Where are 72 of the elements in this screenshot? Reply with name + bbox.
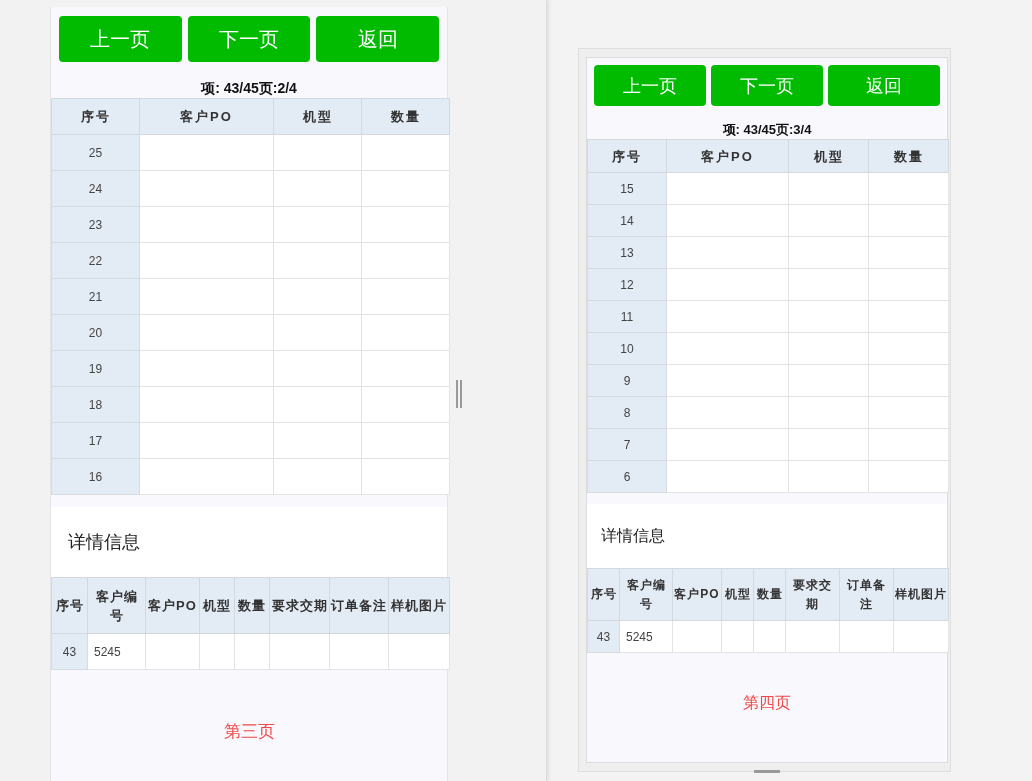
table-cell xyxy=(785,620,840,653)
nav-button[interactable]: 返回 xyxy=(828,65,940,106)
row-number-cell: 14 xyxy=(587,204,667,237)
column-header: 机型 xyxy=(721,568,754,621)
row-number-cell: 24 xyxy=(51,170,140,207)
column-header: 客户编号 xyxy=(619,568,673,621)
row-number-cell: 11 xyxy=(587,300,667,333)
column-header: 机型 xyxy=(273,98,362,135)
table-cell xyxy=(753,620,786,653)
table-cell: 5245 xyxy=(87,633,146,670)
column-header: 客户PO xyxy=(139,98,274,135)
row-number-cell: 6 xyxy=(587,460,667,493)
row-number-cell: 9 xyxy=(587,364,667,397)
row-number-cell: 20 xyxy=(51,314,140,351)
detail-title: 详情信息 xyxy=(68,531,140,554)
table-cell xyxy=(269,633,330,670)
page-label: 第三页 xyxy=(222,721,276,743)
row-number-cell: 18 xyxy=(51,386,140,423)
column-header: 机型 xyxy=(199,577,235,634)
table-cell: 43 xyxy=(51,633,88,670)
row-number-cell: 22 xyxy=(51,242,140,279)
column-header: 数量 xyxy=(753,568,786,621)
column-header: 机型 xyxy=(788,139,869,173)
row-number-cell: 23 xyxy=(51,206,140,243)
column-header: 客户编号 xyxy=(87,577,146,634)
row-number-cell: 12 xyxy=(587,268,667,301)
row-number-cell: 10 xyxy=(587,332,667,365)
column-header: 样机图片 xyxy=(893,568,949,621)
row-number-cell: 25 xyxy=(51,134,140,171)
table-cell xyxy=(329,633,389,670)
nav-button[interactable]: 下一页 xyxy=(711,65,823,106)
column-header: 数量 xyxy=(234,577,270,634)
row-number-cell: 17 xyxy=(51,422,140,459)
detail-title: 详情信息 xyxy=(601,525,665,546)
row-number-cell: 19 xyxy=(51,350,140,387)
column-header: 序号 xyxy=(51,98,140,135)
resize-handle-icon[interactable] xyxy=(754,770,780,773)
column-header: 序号 xyxy=(587,568,620,621)
column-header: 订单备注 xyxy=(839,568,894,621)
row-number-cell: 16 xyxy=(51,458,140,495)
column-header: 客户PO xyxy=(145,577,200,634)
table-cell xyxy=(145,633,200,670)
column-header: 数量 xyxy=(868,139,949,173)
table-cell xyxy=(721,620,754,653)
item-page-info: 项: 43/45页:2/4 xyxy=(199,79,298,98)
row-number-cell: 7 xyxy=(587,428,667,461)
row-number-cell: 15 xyxy=(587,172,667,205)
nav-button[interactable]: 上一页 xyxy=(59,16,182,62)
nav-button[interactable]: 下一页 xyxy=(187,16,311,62)
column-header: 要求交期 xyxy=(269,577,330,634)
table-cell xyxy=(234,633,270,670)
row-number-cell: 8 xyxy=(587,396,667,429)
table-cell: 5245 xyxy=(619,620,673,653)
row-number-cell: 13 xyxy=(587,236,667,269)
column-header: 客户PO xyxy=(666,139,789,173)
page-label: 第四页 xyxy=(742,693,792,713)
table-cell xyxy=(839,620,894,653)
column-header: 序号 xyxy=(587,139,667,173)
table-cell xyxy=(672,620,722,653)
column-header: 序号 xyxy=(51,577,88,634)
table-cell xyxy=(199,633,235,670)
column-header: 客户PO xyxy=(672,568,722,621)
splitter-handle-icon[interactable] xyxy=(456,380,462,408)
nav-button[interactable]: 返回 xyxy=(316,16,439,62)
column-header: 数量 xyxy=(361,98,450,135)
table-cell: 43 xyxy=(587,620,620,653)
column-header: 样机图片 xyxy=(388,577,450,634)
row-number-cell: 21 xyxy=(51,278,140,315)
column-header: 要求交期 xyxy=(785,568,840,621)
item-page-info: 项: 43/45页:3/4 xyxy=(721,121,813,139)
column-header: 订单备注 xyxy=(329,577,389,634)
nav-button[interactable]: 上一页 xyxy=(594,65,706,106)
